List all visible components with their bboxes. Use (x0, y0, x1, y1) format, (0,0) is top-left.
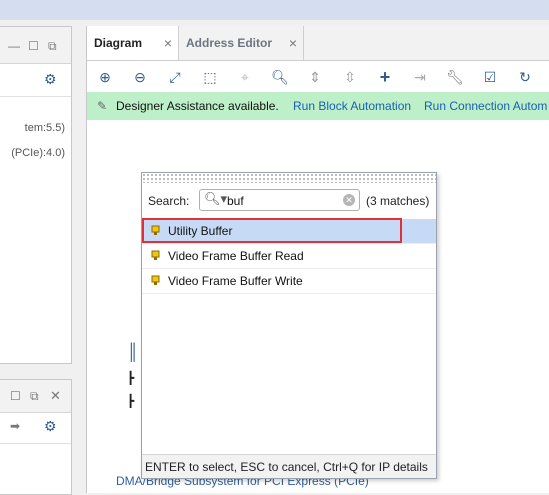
minimize-icon[interactable]: — (8, 39, 20, 53)
source-line-2: (PCIe):4.0) (11, 147, 65, 159)
gear-icon[interactable]: ⚙ (44, 418, 57, 435)
maximize-icon[interactable]: ☐ (28, 39, 39, 53)
popup-drag-handle[interactable] (142, 173, 436, 183)
pin-icon: ✎ (97, 99, 108, 113)
zoom-area-icon[interactable]: ⬚ (199, 67, 221, 87)
maximize-icon[interactable]: ☐ (10, 389, 21, 403)
tab-address-editor[interactable]: Address Editor × (179, 26, 304, 60)
source-line-1: tem:5.5) (24, 122, 65, 134)
close-icon[interactable]: × (164, 26, 172, 60)
float-icon[interactable]: ⧉ (30, 389, 39, 404)
tab-diagram-label: Diagram (94, 36, 143, 50)
sources-panel-header: — ☐ ⧉ (0, 27, 71, 64)
sources-panel: — ☐ ⧉ ⚙ tem:5.5) (PCIe):4.0) (0, 26, 72, 364)
crosshair-icon[interactable]: ⌖ (234, 67, 256, 87)
tab-diagram[interactable]: Diagram × (87, 26, 179, 60)
gear-icon[interactable]: ⚙ (44, 71, 57, 88)
collapse-icon[interactable]: ⇕ (304, 67, 326, 87)
run-block-automation-link[interactable]: Run Block Automation (293, 92, 411, 120)
properties-toolbar: ➡ ⚙ (0, 413, 71, 444)
block-pin-marker: ┣ (127, 394, 135, 408)
ip-core-icon (151, 250, 160, 260)
search-input-value: buf (227, 194, 244, 208)
forward-arrow-icon[interactable]: ➡ (10, 419, 20, 433)
results-list: Utility Buffer Video Frame Buffer Read V… (142, 219, 436, 294)
ip-core-icon (151, 225, 160, 235)
diagram-toolbar: ⊕ ⊖ ⤢ ⬚ ⌖ 🔍︎ ⇕ ⇳ + ⇥ 🔧︎ ☑ ↻ (87, 61, 549, 94)
result-label: Video Frame Buffer Read (168, 249, 304, 263)
result-video-frame-buffer-read[interactable]: Video Frame Buffer Read (142, 244, 436, 269)
close-icon[interactable]: ✕ (50, 388, 61, 404)
result-label: Utility Buffer (168, 224, 233, 238)
search-icon[interactable]: 🔍︎ (269, 67, 291, 87)
designer-assistance-banner: ✎ Designer Assistance available. Run Blo… (87, 92, 549, 120)
search-icon: 🔍︎▾ (204, 191, 228, 206)
add-ip-icon[interactable]: + (374, 67, 396, 87)
search-row: Search: 🔍︎▾ buf ✕ (3 matches) (142, 186, 436, 216)
wrench-icon[interactable]: 🔧︎ (444, 67, 466, 87)
window-title-bar (0, 0, 549, 20)
search-input[interactable]: 🔍︎▾ buf ✕ (199, 189, 360, 211)
add-ip-popup: Search: 🔍︎▾ buf ✕ (3 matches) Utility Bu… (141, 172, 437, 479)
add-port-icon[interactable]: ⇥ (409, 67, 431, 87)
result-label: Video Frame Buffer Write (168, 274, 303, 288)
validate-icon[interactable]: ☑ (479, 67, 501, 87)
result-utility-buffer[interactable]: Utility Buffer (142, 219, 436, 244)
fit-view-icon[interactable]: ⤢ (164, 67, 186, 87)
zoom-out-icon[interactable]: ⊖ (129, 67, 151, 87)
close-icon[interactable]: × (289, 26, 297, 60)
properties-panel: ☐ ⧉ ✕ ➡ ⚙ (0, 379, 72, 495)
assistance-message: Designer Assistance available. (116, 99, 279, 113)
result-video-frame-buffer-write[interactable]: Video Frame Buffer Write (142, 269, 436, 294)
ip-core-icon (151, 275, 160, 285)
clear-search-icon[interactable]: ✕ (343, 194, 355, 206)
refresh-icon[interactable]: ↻ (514, 67, 536, 87)
properties-panel-header: ☐ ⧉ ✕ (0, 380, 71, 413)
match-count: (3 matches) (366, 194, 430, 208)
tab-address-editor-label: Address Editor (186, 36, 273, 50)
zoom-in-icon[interactable]: ⊕ (94, 67, 116, 87)
run-connection-automation-link[interactable]: Run Connection Autom (424, 92, 547, 120)
block-pin-marker: ┣ (127, 371, 135, 385)
popup-footer-hint: ENTER to select, ESC to cancel, Ctrl+Q f… (142, 454, 436, 478)
search-label: Search: (148, 194, 190, 208)
expand-icon[interactable]: ⇳ (339, 67, 361, 87)
block-port-marker: ║ (127, 344, 139, 361)
sources-toolbar: ⚙ (0, 64, 71, 97)
tab-bar: Diagram × Address Editor × (87, 26, 549, 61)
float-icon[interactable]: ⧉ (48, 39, 57, 54)
